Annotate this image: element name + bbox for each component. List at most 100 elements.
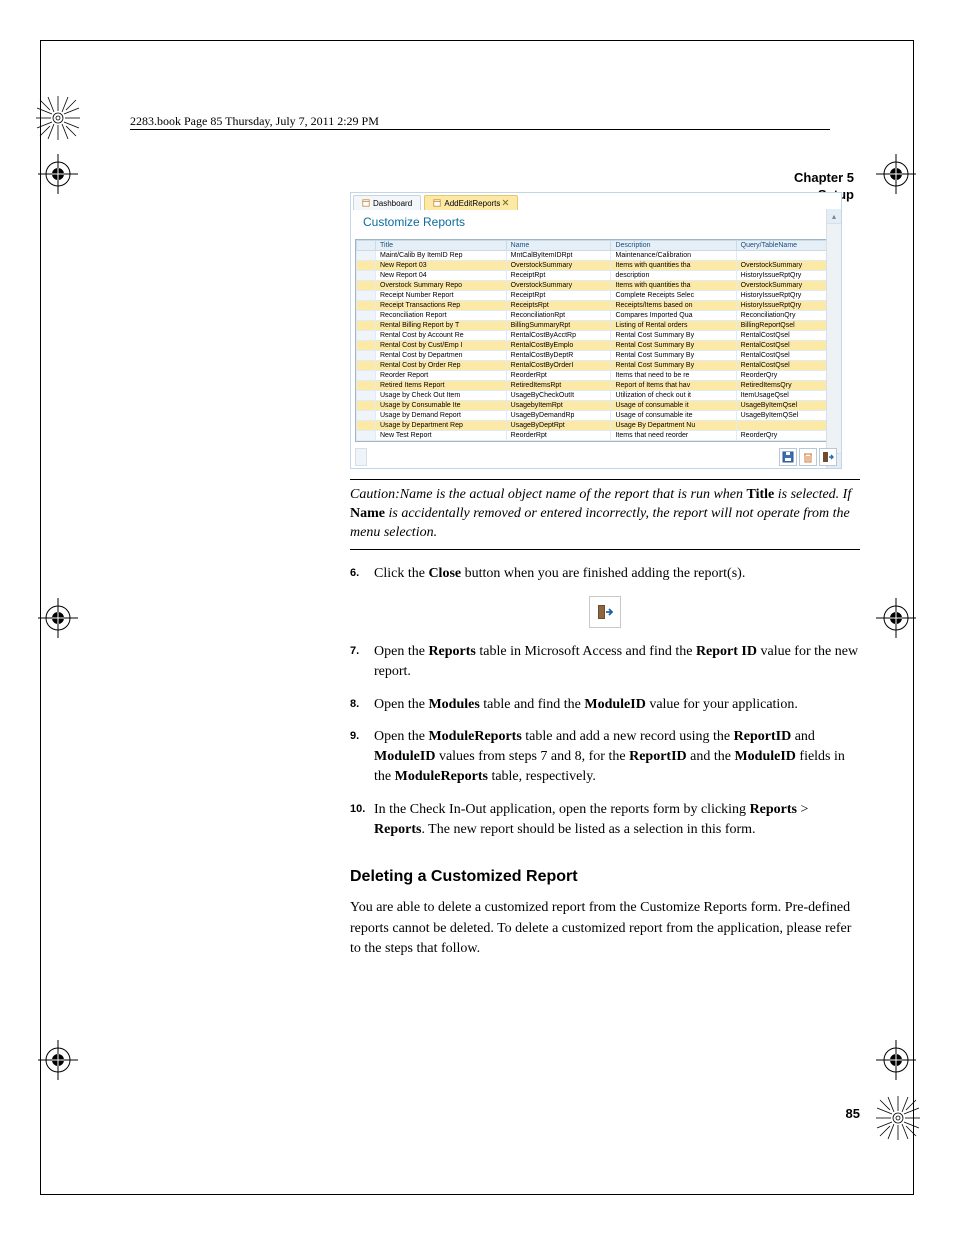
- delete-button[interactable]: [799, 448, 817, 466]
- cell: UsageByDemandRp: [506, 411, 611, 421]
- cell: ReceiptRpt: [506, 291, 611, 301]
- cell: UsageByItemQsel: [736, 401, 835, 411]
- table-row[interactable]: New Report 03OverstockSummaryItems with …: [357, 261, 836, 271]
- cell: RentalCostByEmplo: [506, 341, 611, 351]
- cell: RentalCostQsel: [736, 361, 835, 371]
- cell: New Test Report: [376, 431, 507, 441]
- table-row[interactable]: Rental Billing Report by TBillingSummary…: [357, 321, 836, 331]
- record-selector[interactable]: [355, 448, 367, 466]
- table-row[interactable]: Usage by Department RepUsageByDeptRptUsa…: [357, 421, 836, 431]
- cell: UsagebyItemRpt: [506, 401, 611, 411]
- cell: Utilization of check out it: [611, 391, 736, 401]
- cell: Items with quantities tha: [611, 261, 736, 271]
- form-icon: [433, 199, 441, 207]
- sunburst-icon: [36, 96, 80, 140]
- cell: Compares Imported Qua: [611, 311, 736, 321]
- cell: ReceiptRpt: [506, 271, 611, 281]
- cell: Rental Cost Summary By: [611, 331, 736, 341]
- cell: HistoryIssueRptQry: [736, 301, 835, 311]
- caution-text: Caution:Name is the actual object name o…: [350, 486, 856, 543]
- cell: OverstockSummary: [736, 281, 835, 291]
- cell: description: [611, 271, 736, 281]
- section-body: You are able to delete a customized repo…: [350, 898, 860, 959]
- cell: HistoryIssueRptQry: [736, 271, 835, 281]
- cell: Usage By Department Nu: [611, 421, 736, 431]
- table-row[interactable]: Rental Cost by DepartmenRentalCostByDept…: [357, 351, 836, 361]
- cell: Receipts/Items based on: [611, 301, 736, 311]
- cell: New Report 04: [376, 271, 507, 281]
- regmark-icon: [38, 154, 78, 194]
- data-grid[interactable]: TitleNameDescriptionQuery/TableName Main…: [355, 239, 837, 442]
- cell: Rental Billing Report by T: [376, 321, 507, 331]
- cell: UsageByDeptRpt: [506, 421, 611, 431]
- cell: Usage of consumable it: [611, 401, 736, 411]
- column-header[interactable]: Query/TableName: [736, 241, 835, 251]
- close-illustration: [350, 596, 860, 628]
- cell: Rental Cost Summary By: [611, 351, 736, 361]
- cell: Maint/Calib By ItemID Rep: [376, 251, 507, 261]
- cell: New Report 03: [376, 261, 507, 271]
- cell: Items that need to be re: [611, 371, 736, 381]
- cell: OverstockSummary: [506, 261, 611, 271]
- cell: Rental Cost by Departmen: [376, 351, 507, 361]
- new-row[interactable]: *: [357, 441, 836, 443]
- caution-label: Caution:: [350, 487, 400, 502]
- tab-label: AddEditReports: [444, 199, 500, 208]
- table-row[interactable]: Rental Cost by Order RepRentalCostByOrde…: [357, 361, 836, 371]
- cell: UsageByItemQSel: [736, 411, 835, 421]
- scroll-up-icon[interactable]: ▴: [827, 209, 841, 224]
- column-header[interactable]: Title: [376, 241, 507, 251]
- regmark-icon: [876, 598, 916, 638]
- cell: Complete Receipts Selec: [611, 291, 736, 301]
- table-row[interactable]: Rental Cost by Cust/Emp IRentalCostByEmp…: [357, 341, 836, 351]
- cell: Rental Cost by Account Re: [376, 331, 507, 341]
- table-row[interactable]: Usage by Demand ReportUsageByDemandRpUsa…: [357, 411, 836, 421]
- table-row[interactable]: Receipt Transactions RepReceiptsRptRecei…: [357, 301, 836, 311]
- table-row[interactable]: New Test ReportReorderRptItems that need…: [357, 431, 836, 441]
- table-row[interactable]: Rental Cost by Account ReRentalCostByAcc…: [357, 331, 836, 341]
- cell: Usage by Check Out Item: [376, 391, 507, 401]
- vertical-scrollbar[interactable]: ▴ ▾: [826, 209, 841, 468]
- form-icon: [362, 199, 370, 207]
- step-8: 8. Open the Modules table and find the M…: [350, 695, 860, 715]
- cell: BillingSummaryRpt: [506, 321, 611, 331]
- close-icon[interactable]: [503, 200, 509, 206]
- close-button-illustration: [589, 596, 621, 628]
- table-row[interactable]: Reorder ReportReorderRptItems that need …: [357, 371, 836, 381]
- table-row[interactable]: Retired Items ReportRetiredItemsRptRepor…: [357, 381, 836, 391]
- tab-add-edit-reports[interactable]: AddEditReports: [424, 195, 518, 210]
- cell: Items that need reorder: [611, 431, 736, 441]
- table-row[interactable]: Usage by Check Out ItemUsageByCheckOutIt…: [357, 391, 836, 401]
- cell: Report of Items that hav: [611, 381, 736, 391]
- cell: OverstockSummary: [506, 281, 611, 291]
- table-row[interactable]: Overstock Summary RepoOverstockSummaryIt…: [357, 281, 836, 291]
- cell: Maintenance/Calibration: [611, 251, 736, 261]
- cell: Items with quantities tha: [611, 281, 736, 291]
- save-button[interactable]: [779, 448, 797, 466]
- table-row[interactable]: Usage by Consumable IteUsagebyItemRptUsa…: [357, 401, 836, 411]
- book-header: 2283.book Page 85 Thursday, July 7, 2011…: [130, 114, 379, 129]
- cell: Rental Cost by Cust/Emp I: [376, 341, 507, 351]
- column-header[interactable]: Name: [506, 241, 611, 251]
- cell: ReorderQry: [736, 431, 835, 441]
- cell: RetiredItemsRpt: [506, 381, 611, 391]
- cell: Rental Cost Summary By: [611, 361, 736, 371]
- table-row[interactable]: Reconciliation ReportReconciliationRptCo…: [357, 311, 836, 321]
- table-row[interactable]: Receipt Number ReportReceiptRptComplete …: [357, 291, 836, 301]
- cell: Receipt Transactions Rep: [376, 301, 507, 311]
- column-header[interactable]: Description: [611, 241, 736, 251]
- table-row[interactable]: New Report 04ReceiptRptdescriptionHistor…: [357, 271, 836, 281]
- page: 2283.book Page 85 Thursday, July 7, 2011…: [0, 0, 954, 1235]
- tab-dashboard[interactable]: Dashboard: [353, 195, 421, 210]
- rule: [350, 479, 860, 480]
- cell: BillingReportQsel: [736, 321, 835, 331]
- door-exit-icon: [822, 451, 834, 463]
- cell: ItemUsageQsel: [736, 391, 835, 401]
- rule: [350, 549, 860, 550]
- cell: Reconciliation Report: [376, 311, 507, 321]
- close-button[interactable]: [819, 448, 837, 466]
- content-column: Dashboard AddEditReports Customize Repor…: [350, 192, 860, 971]
- table-row[interactable]: Maint/Calib By ItemID RepMntCalByItemIDR…: [357, 251, 836, 261]
- regmark-icon: [38, 1040, 78, 1080]
- action-toolbar: [779, 448, 837, 466]
